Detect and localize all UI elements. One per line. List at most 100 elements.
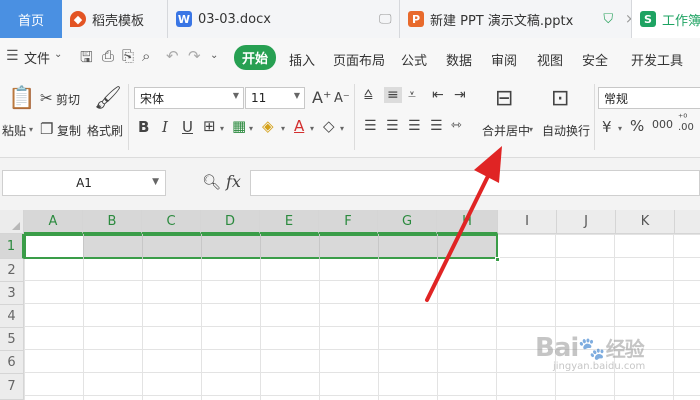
thousands-button[interactable]: 000 — [652, 118, 673, 131]
menu-home-tab[interactable]: 开始 — [234, 45, 276, 70]
tab-word-doc[interactable]: W 03-03.docx 🖵 × — [168, 0, 400, 38]
tab-workbook[interactable]: S 工作簿1 — [632, 0, 700, 38]
format-painter-button[interactable]: 格式刷 — [87, 122, 123, 139]
align-top-icon[interactable]: ⩠ — [364, 86, 373, 102]
menu-security[interactable]: 安全 — [582, 50, 608, 69]
tab-docer[interactable]: ◆ 稻壳模板 — [62, 0, 168, 38]
cell-style-icon[interactable]: ▦ — [232, 117, 246, 135]
redo-icon[interactable]: ↷ — [188, 47, 201, 65]
menu-insert[interactable]: 插入 — [289, 50, 315, 69]
chevron-down-icon[interactable]: ▾ — [220, 124, 224, 133]
menu-view[interactable]: 视图 — [537, 50, 563, 69]
font-color-button[interactable]: A — [294, 117, 304, 135]
justify-icon[interactable]: ☰ — [430, 118, 443, 134]
paste-dropdown-icon[interactable]: ▾ — [29, 125, 33, 134]
chevron-down-icon[interactable]: ⌄ — [54, 49, 62, 60]
export-pdf-icon[interactable]: ⎙ — [102, 47, 114, 65]
italic-button[interactable]: I — [162, 118, 168, 136]
chevron-down-icon[interactable]: ▾ — [618, 124, 622, 133]
file-menu[interactable]: 文件 — [24, 48, 50, 67]
menu-data[interactable]: 数据 — [446, 50, 472, 69]
column-header-b[interactable]: B — [83, 210, 142, 234]
column-header-e[interactable]: E — [260, 210, 319, 234]
menu-page-layout[interactable]: 页面布局 — [333, 50, 385, 69]
copy-button[interactable]: 复制 — [57, 122, 81, 139]
column-header-f[interactable]: F — [319, 210, 378, 234]
tab-home[interactable]: 首页 — [0, 0, 62, 38]
align-center-icon[interactable]: ☰ — [386, 118, 399, 134]
ribbon-separator — [128, 84, 129, 150]
merge-center-button[interactable]: 合并居中 — [482, 122, 530, 139]
paste-icon[interactable]: 📋 — [8, 86, 35, 111]
decrease-font-icon[interactable]: A⁻ — [334, 91, 350, 106]
scissors-icon[interactable]: ✂ — [40, 89, 53, 107]
copy-icon[interactable]: ❐ — [40, 120, 53, 138]
font-name-select[interactable]: 宋体 ▼ — [134, 87, 244, 109]
print-preview-icon[interactable]: ⌕ — [142, 47, 150, 65]
row-header-6[interactable]: 6 — [0, 351, 24, 374]
row-header-1[interactable]: 1 — [0, 234, 24, 259]
percent-button[interactable]: % — [630, 117, 644, 135]
cut-button[interactable]: 剪切 — [56, 91, 80, 108]
align-left-icon[interactable]: ☰ — [364, 118, 377, 134]
fill-handle[interactable] — [495, 257, 500, 262]
number-format-select[interactable]: 常规 — [598, 87, 700, 109]
undo-icon[interactable]: ↶ — [166, 47, 179, 65]
row-header-5[interactable]: 5 — [0, 328, 24, 351]
align-bottom-icon[interactable]: ⩡ — [408, 87, 416, 103]
quick-access-dropdown-icon[interactable]: ⌄ — [210, 50, 218, 61]
borders-icon[interactable]: ⊞ — [203, 117, 216, 135]
fx-button[interactable]: fx — [226, 172, 241, 191]
increase-decimal-icon[interactable]: ⁺⁰ .00 — [678, 114, 694, 133]
column-header-d[interactable]: D — [201, 210, 260, 234]
currency-icon[interactable]: ¥ — [602, 118, 612, 136]
menu-formula[interactable]: 公式 — [401, 50, 427, 69]
monitor-icon[interactable]: 🖵 — [379, 12, 392, 27]
active-cell-a1[interactable] — [26, 236, 83, 257]
save-icon[interactable]: 🖫 — [80, 47, 93, 72]
wrap-text-button[interactable]: 自动换行 — [542, 122, 590, 139]
bold-button[interactable]: B — [138, 118, 149, 136]
column-header-k[interactable]: K — [616, 210, 675, 234]
align-middle-icon[interactable]: ≡ — [384, 87, 402, 103]
row-header-4[interactable]: 4 — [0, 305, 24, 328]
fill-color-icon[interactable]: ◈ — [262, 117, 274, 135]
menu-developer[interactable]: 开发工具 — [631, 50, 683, 69]
select-all-corner[interactable] — [0, 210, 24, 234]
paste-button[interactable]: 粘贴 — [2, 122, 26, 139]
font-size-select[interactable]: 11 ▼ — [245, 87, 305, 109]
increase-font-icon[interactable]: A⁺ — [312, 88, 331, 107]
row-header-7[interactable]: 7 — [0, 374, 24, 400]
indent-increase-icon[interactable]: ⇥ — [454, 87, 466, 103]
align-right-icon[interactable]: ☰ — [408, 118, 421, 134]
formula-input[interactable] — [250, 170, 700, 196]
column-header-h[interactable]: H — [437, 210, 498, 234]
column-header-i[interactable]: I — [498, 210, 557, 234]
tab-ppt-doc[interactable]: P 新建 PPT 演示文稿.pptx ⛉ × — [400, 0, 632, 38]
zoom-icon[interactable]: 🔍︎ — [202, 173, 221, 191]
column-header-j[interactable]: J — [557, 210, 616, 234]
row-header-2[interactable]: 2 — [0, 259, 24, 282]
chevron-down-icon[interactable]: ▾ — [249, 124, 253, 133]
distributed-align-icon[interactable]: ⇿ — [451, 118, 462, 133]
wrap-text-icon[interactable]: ⊡ — [551, 86, 569, 111]
print-icon[interactable]: ⎘ — [122, 47, 134, 65]
column-header-a[interactable]: A — [24, 210, 83, 234]
chevron-down-icon[interactable]: ▾ — [281, 124, 285, 133]
hamburger-icon[interactable]: ☰ — [6, 48, 19, 64]
chevron-down-icon[interactable]: ▾ — [529, 125, 533, 134]
merge-center-icon[interactable]: ⊟ — [495, 86, 513, 111]
column-header-g[interactable]: G — [378, 210, 437, 234]
format-painter-icon[interactable]: 🖌 — [94, 86, 122, 111]
column-header-c[interactable]: C — [142, 210, 201, 234]
row-header-3[interactable]: 3 — [0, 282, 24, 305]
underline-button[interactable]: U — [182, 118, 193, 136]
eraser-icon[interactable]: ◇ — [323, 117, 335, 135]
indent-decrease-icon[interactable]: ⇤ — [432, 87, 444, 103]
menu-review[interactable]: 审阅 — [491, 50, 517, 69]
close-tab-icon[interactable]: × — [625, 12, 631, 27]
chevron-down-icon[interactable]: ▾ — [310, 124, 314, 133]
name-box[interactable]: A1 ▼ — [2, 170, 166, 196]
chevron-down-icon[interactable]: ▾ — [340, 124, 344, 133]
ribbon-separator — [594, 84, 595, 150]
